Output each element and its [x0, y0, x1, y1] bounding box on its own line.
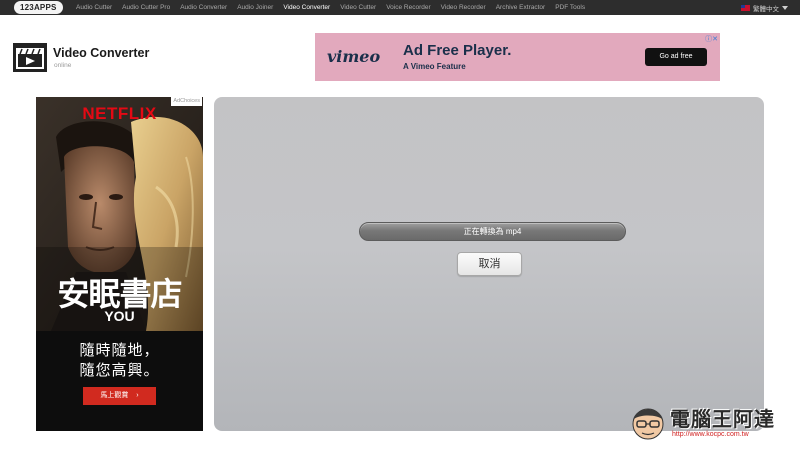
brand-logo[interactable]: 123APPS: [14, 1, 63, 14]
taiwan-flag-icon: [741, 4, 750, 11]
ad-show-subtitle: YOU: [104, 308, 135, 324]
netflix-ad-banner[interactable]: NETFLIX AdChoices 安眠書店 YOU 隨時隨地， 隨您高興。 馬…: [36, 97, 203, 431]
chevron-right-icon: ›: [136, 392, 139, 399]
top-navigation-bar: 123APPS Audio Cutter Audio Cutter Pro Audi…: [0, 0, 800, 15]
nav-item-voice-recorder[interactable]: Voice Recorder: [386, 0, 430, 15]
nav-item-audio-converter[interactable]: Audio Converter: [180, 0, 227, 15]
site-watermark: 電腦王阿達 http://www.kocpc.com.tw: [628, 398, 798, 448]
nav-item-audio-joiner[interactable]: Audio Joiner: [237, 0, 273, 15]
ad-slogan-line-2: 隨您高興。: [79, 362, 160, 379]
app-nav: Audio Cutter Audio Cutter Pro Audio Conver…: [76, 0, 595, 15]
watermark-url: http://www.kocpc.com.tw: [672, 431, 749, 438]
watermark-title: 電腦王阿達: [670, 409, 775, 431]
watch-now-button[interactable]: 馬上觀賞 ›: [83, 387, 156, 405]
vimeo-ad-banner[interactable]: vimeo Ad Free Player. A Vimeo Feature Go…: [315, 33, 720, 81]
conversion-status: 正在轉換為 mp4: [463, 227, 522, 236]
ad-subline: A Vimeo Feature: [403, 62, 466, 71]
nav-item-archive-extractor[interactable]: Archive Extractor: [496, 0, 546, 15]
language-selector[interactable]: 繁體中文: [741, 0, 788, 15]
adchoices-label[interactable]: AdChoices: [171, 97, 202, 106]
adchoices-icon[interactable]: ⓘ✕: [705, 34, 718, 44]
language-label: 繁體中文: [753, 5, 779, 13]
conversion-panel: 正在轉換為 mp4 取消: [214, 97, 764, 431]
page-subtitle: online: [54, 62, 72, 69]
ad-headline: Ad Free Player.: [403, 42, 512, 59]
nav-item-audio-cutter-pro[interactable]: Audio Cutter Pro: [122, 0, 170, 15]
vimeo-logo: vimeo: [327, 47, 381, 66]
ad-slogan-line-1: 隨時隨地，: [79, 342, 160, 359]
nav-item-video-cutter[interactable]: Video Cutter: [340, 0, 376, 15]
go-ad-free-button[interactable]: Go ad free: [645, 48, 707, 66]
nav-item-video-converter[interactable]: Video Converter: [283, 0, 330, 15]
nav-item-pdf-tools[interactable]: PDF Tools: [555, 0, 585, 15]
nav-item-audio-cutter[interactable]: Audio Cutter: [76, 0, 112, 15]
chevron-down-icon: [782, 5, 788, 10]
mascot-face-icon: [632, 408, 664, 440]
cancel-button[interactable]: 取消: [457, 252, 522, 276]
conversion-progress-bar: 正在轉換為 mp4: [359, 222, 626, 241]
netflix-logo: NETFLIX: [82, 104, 157, 123]
film-clapper-icon: [13, 43, 47, 72]
nav-item-video-recorder[interactable]: Video Recorder: [441, 0, 486, 15]
page-title: Video Converter: [53, 46, 150, 60]
watch-now-label: 馬上觀賞: [100, 392, 129, 399]
